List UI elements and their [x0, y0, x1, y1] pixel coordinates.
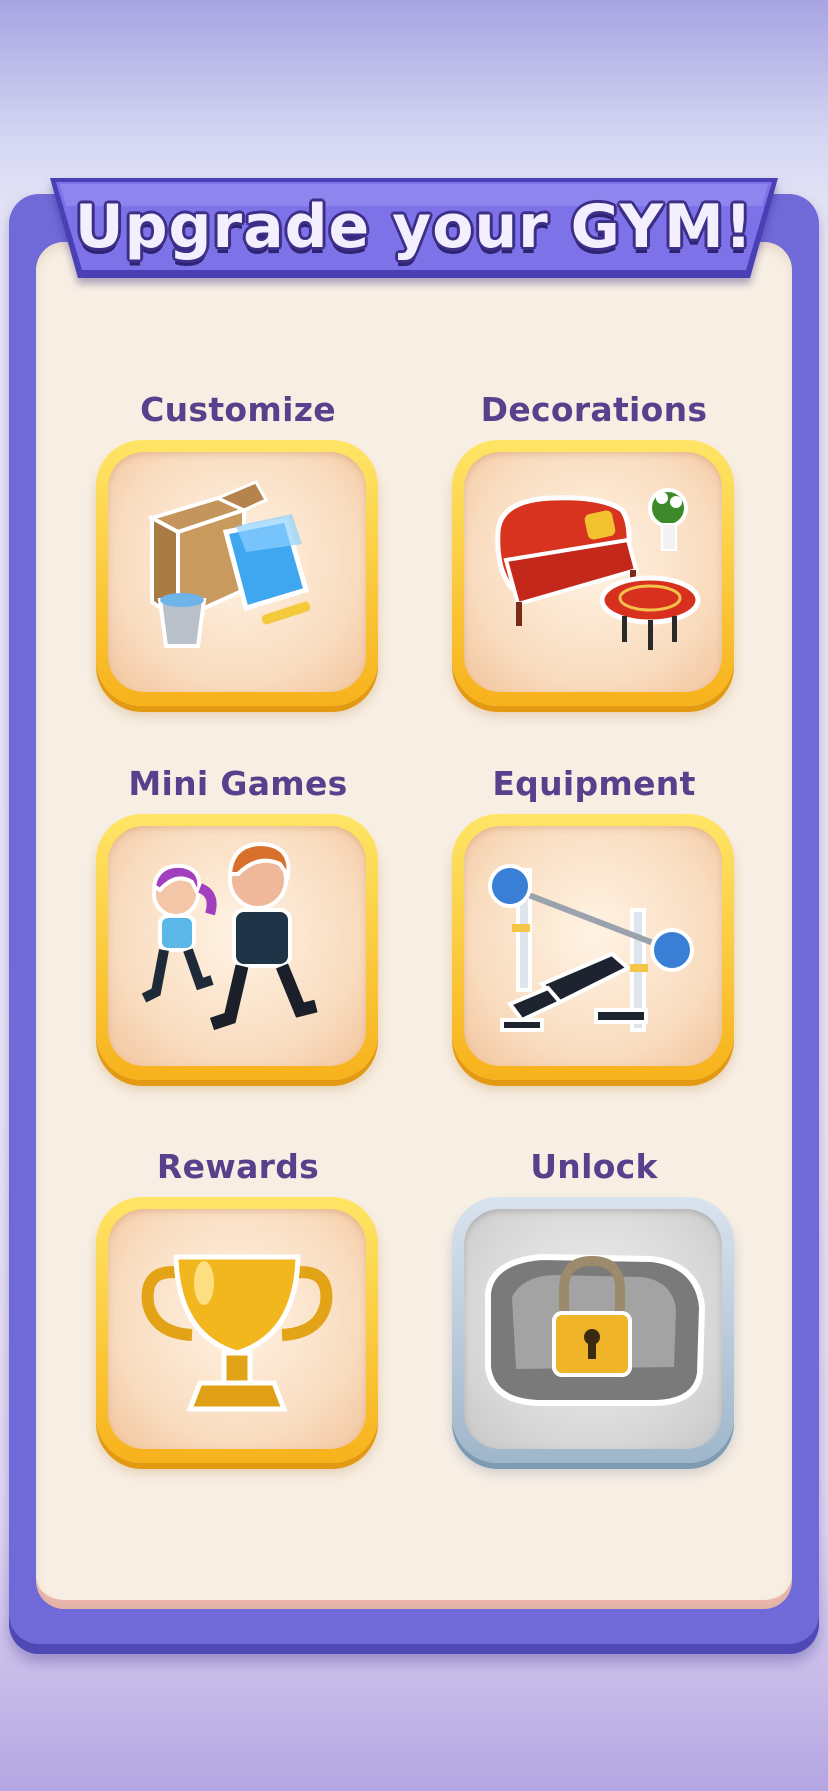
trophy-icon	[141, 1254, 333, 1412]
equipment-label: Equipment	[492, 764, 696, 803]
customize-tile[interactable]	[96, 440, 378, 706]
sofa-icon	[495, 488, 701, 650]
rewards-tile[interactable]	[96, 1197, 378, 1463]
decorations-tile[interactable]	[452, 440, 734, 706]
box-paint-icon	[146, 480, 311, 648]
mini-games-tile[interactable]	[96, 814, 378, 1080]
unlock-label: Unlock	[530, 1147, 658, 1186]
decorations-label: Decorations	[480, 390, 708, 429]
rewards-label: Rewards	[156, 1147, 320, 1186]
page-title: Upgrade your GYM!	[74, 192, 754, 262]
equipment-tile[interactable]	[452, 814, 734, 1080]
runners-icon	[141, 841, 318, 1031]
locked-bag-icon	[485, 1253, 706, 1406]
bench-press-icon	[488, 864, 694, 1032]
customize-label: Customize	[140, 390, 336, 429]
mini-games-label: Mini Games	[128, 764, 348, 803]
unlock-tile[interactable]	[452, 1197, 734, 1463]
title-banner: Upgrade your GYM!	[50, 178, 778, 296]
